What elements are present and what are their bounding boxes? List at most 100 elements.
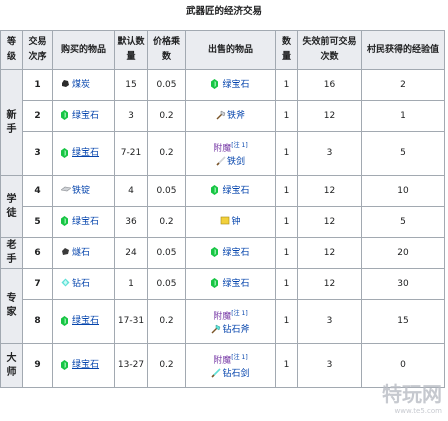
table-caption: 武器匠的经济交易 <box>185 6 262 17</box>
table-row: 专家 7 钻石 1 0.05 绿宝石 1 12 30 <box>0 268 445 344</box>
buy-item[interactable]: 绿宝石 <box>52 100 115 132</box>
sell-item-link[interactable]: 钟 <box>231 217 240 227</box>
default-qty: 7-21 <box>114 131 148 176</box>
watermark-url: www.te5.com <box>394 407 442 415</box>
footnote-ref[interactable]: [注 1] <box>231 142 247 149</box>
sell-item[interactable]: 绿宝石 <box>185 268 276 300</box>
diamond-axe-icon <box>211 324 221 334</box>
level-cell: 学徒 <box>0 175 23 238</box>
price-multiplier: 0.2 <box>147 299 186 344</box>
max-uses: 3 <box>297 343 362 388</box>
emerald-icon <box>211 278 219 288</box>
sell-qty: 1 <box>275 206 298 238</box>
sell-item-link[interactable]: 钻石斧 <box>222 325 249 335</box>
trade-order: 5 <box>22 206 53 238</box>
sell-item[interactable]: 绿宝石 <box>185 237 276 269</box>
sell-item-link[interactable]: 绿宝石 <box>222 80 249 90</box>
sell-item-link[interactable]: 绿宝石 <box>222 186 249 196</box>
table-row: 2 绿宝石 3 0.2 铁斧 1 12 1 <box>1 100 445 132</box>
sell-item-link[interactable]: 绿宝石 <box>222 279 249 289</box>
enchanted-label[interactable]: 附魔 <box>213 356 231 366</box>
trade-order: 6 <box>22 237 53 269</box>
trade-order: 4 <box>22 175 53 207</box>
sell-item-link[interactable]: 铁剑 <box>227 157 245 167</box>
sell-qty: 1 <box>275 237 298 269</box>
buy-item[interactable]: 绿宝石 <box>52 299 115 344</box>
emerald-icon <box>211 79 219 89</box>
sell-item[interactable]: 绿宝石 <box>185 69 276 101</box>
buy-item[interactable]: 铁锭 <box>52 175 115 207</box>
villager-xp: 5 <box>361 206 445 238</box>
buy-item-link[interactable]: 绿宝石 <box>72 148 99 158</box>
sell-item[interactable]: 附魔[注 1] 铁剑 <box>185 131 276 176</box>
default-qty: 1 <box>114 268 148 300</box>
header-order: 交易次序 <box>22 30 53 70</box>
buy-item[interactable]: 钻石 <box>52 268 115 300</box>
buy-item-link[interactable]: 绿宝石 <box>72 111 99 121</box>
sell-item[interactable]: 钟 <box>185 206 276 238</box>
level-cell: 专家 <box>0 268 23 344</box>
table-row: 学徒 4 铁锭 4 0.05 绿宝石 1 12 10 <box>0 175 445 238</box>
header-max-uses: 失效前可交易次数 <box>297 30 362 70</box>
emerald-icon <box>211 185 219 195</box>
sell-item[interactable]: 绿宝石 <box>185 175 276 207</box>
header-villager-xp: 村民获得的经验值 <box>361 30 445 70</box>
sell-item-link[interactable]: 绿宝石 <box>222 248 249 258</box>
enchanted-label[interactable]: 附魔 <box>213 312 231 322</box>
footnote-ref[interactable]: [注 1] <box>231 310 247 317</box>
sell-item-link[interactable]: 铁斧 <box>227 111 245 121</box>
sell-item-link[interactable]: 钻石剑 <box>222 369 249 379</box>
trade-order: 9 <box>22 343 53 388</box>
sell-item[interactable]: 铁斧 <box>185 100 276 132</box>
default-qty: 3 <box>114 100 148 132</box>
sell-item[interactable]: 附魔[注 1] 钻石斧 <box>185 299 276 344</box>
sell-item[interactable]: 附魔[注 1] 钻石剑 <box>185 343 276 388</box>
emerald-icon <box>61 110 69 120</box>
buy-item[interactable]: 燧石 <box>52 237 115 269</box>
price-multiplier: 0.2 <box>147 131 186 176</box>
default-qty: 4 <box>114 175 148 207</box>
bell-icon <box>220 216 230 226</box>
buy-item-link[interactable]: 绿宝石 <box>72 316 99 326</box>
buy-item-link[interactable]: 绿宝石 <box>72 217 99 227</box>
buy-item-link[interactable]: 钻石 <box>72 279 90 289</box>
coal-icon <box>61 79 69 89</box>
level-cell: 新手 <box>0 69 23 176</box>
emerald-icon <box>61 315 69 326</box>
buy-item-link[interactable]: 绿宝石 <box>72 360 99 370</box>
header-price-multiplier: 价格乘数 <box>147 30 186 70</box>
sell-qty: 1 <box>275 175 298 207</box>
header-level: 等级 <box>0 30 23 70</box>
buy-item-link[interactable]: 燧石 <box>72 248 90 258</box>
buy-item[interactable]: 绿宝石 <box>52 131 115 176</box>
default-qty: 15 <box>114 69 148 101</box>
footnote-ref[interactable]: [注 1] <box>231 354 247 361</box>
watermark-brand: 特玩网 <box>382 382 442 406</box>
trade-order: 3 <box>22 131 53 176</box>
max-uses: 12 <box>297 175 362 207</box>
buy-item-link[interactable]: 铁锭 <box>72 186 90 196</box>
iron-axe-icon <box>216 110 226 120</box>
watermark-logo: 特玩网 www.te5.com <box>382 378 442 415</box>
price-multiplier: 0.2 <box>147 343 186 388</box>
flint-icon <box>61 247 69 257</box>
buy-item[interactable]: 绿宝石 <box>52 206 115 238</box>
table-row: 8 绿宝石 17-31 0.2 附魔[注 1] 钻石斧 1 3 15 <box>1 299 445 344</box>
price-multiplier: 0.2 <box>147 206 186 238</box>
trade-order: 7 <box>22 268 53 300</box>
sell-qty: 1 <box>275 268 298 300</box>
buy-item-link[interactable]: 煤炭 <box>72 80 90 90</box>
villager-xp: 15 <box>361 299 445 344</box>
header-default-qty: 默认数量 <box>114 30 148 70</box>
buy-item[interactable]: 绿宝石 <box>52 343 115 388</box>
enchanted-label[interactable]: 附魔 <box>213 144 231 154</box>
level-cell: 大师 <box>0 343 23 388</box>
default-qty: 36 <box>114 206 148 238</box>
table-row: 5 绿宝石 36 0.2 钟 1 12 5 <box>1 206 445 238</box>
table-row: 大师 9 绿宝石 13-27 0.2 附魔[注 1] 钻石剑 1 3 0 <box>0 343 445 388</box>
default-qty: 24 <box>114 237 148 269</box>
table-row: 3 绿宝石 7-21 0.2 附魔[注 1] 铁剑 1 3 5 <box>1 131 445 176</box>
level-cell: 老手 <box>0 237 23 269</box>
buy-item[interactable]: 煤炭 <box>52 69 115 101</box>
table-row: 老手 6 燧石 24 0.05 绿宝石 1 12 20 <box>0 237 445 269</box>
